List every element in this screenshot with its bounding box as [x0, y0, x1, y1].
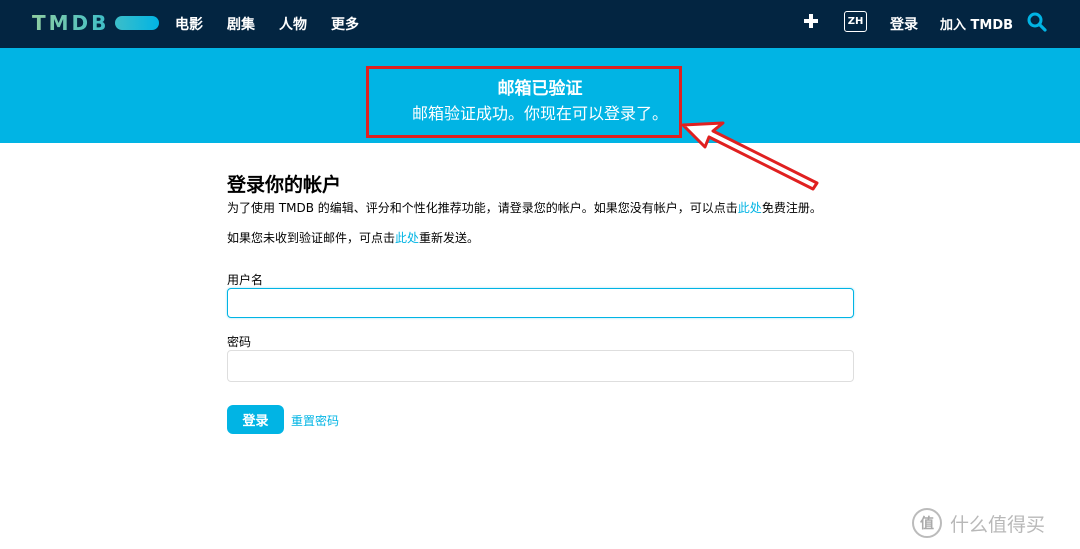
nav-people[interactable]: 人物 — [279, 14, 307, 34]
reset-password-link[interactable]: 重置密码 — [291, 412, 339, 429]
add-plus-icon[interactable] — [804, 14, 818, 28]
page-title: 登录你的帐户 — [227, 174, 342, 196]
username-label: 用户名 — [227, 273, 264, 287]
description-tail: 免费注册。 — [761, 201, 822, 215]
login-button[interactable]: 登录 — [227, 405, 284, 434]
resend-text: 如果您未收到验证邮件，可点击 — [227, 231, 396, 245]
username-input[interactable] — [227, 288, 854, 318]
resend-here-link[interactable]: 此处 — [395, 231, 419, 245]
main-nav: 电影 剧集 人物 更多 — [175, 0, 383, 48]
search-icon[interactable] — [1027, 12, 1047, 32]
nav-movies[interactable]: 电影 — [175, 14, 203, 34]
resend-tail: 重新发送。 — [419, 231, 480, 245]
password-input[interactable] — [227, 350, 854, 382]
description-text: 为了使用 TMDB 的编辑、评分和个性化推荐功能，请登录您的帐户。如果您没有帐户… — [227, 201, 738, 215]
join-tmdb-link[interactable]: 加入 TMDB — [940, 14, 1013, 33]
nav-tv[interactable]: 剧集 — [227, 14, 255, 34]
annotation-arrow-icon — [681, 121, 819, 191]
login-description: 为了使用 TMDB 的编辑、评分和个性化推荐功能，请登录您的帐户。如果您没有帐户… — [227, 199, 822, 216]
nav-more[interactable]: 更多 — [331, 14, 359, 34]
tmdb-logo[interactable]: TMDB — [32, 11, 160, 35]
language-selector[interactable]: ZH — [844, 11, 867, 32]
resend-description: 如果您未收到验证邮件，可点击此处重新发送。 — [227, 229, 479, 246]
top-navbar: TMDB 电影 剧集 人物 更多 ZH 登录 加入 TMDB — [0, 0, 1080, 48]
register-here-link[interactable]: 此处 — [738, 201, 762, 215]
logo-pill-icon — [115, 16, 160, 30]
watermark-text: 什么值得买 — [950, 513, 1046, 536]
header-login-link[interactable]: 登录 — [890, 14, 918, 34]
watermark-logo-icon: 值 — [912, 508, 942, 538]
watermark: 值 什么值得买 — [912, 508, 1045, 538]
highlight-annotation-box — [366, 66, 682, 138]
password-label: 密码 — [227, 335, 252, 349]
logo-text: TMDB — [32, 11, 110, 35]
